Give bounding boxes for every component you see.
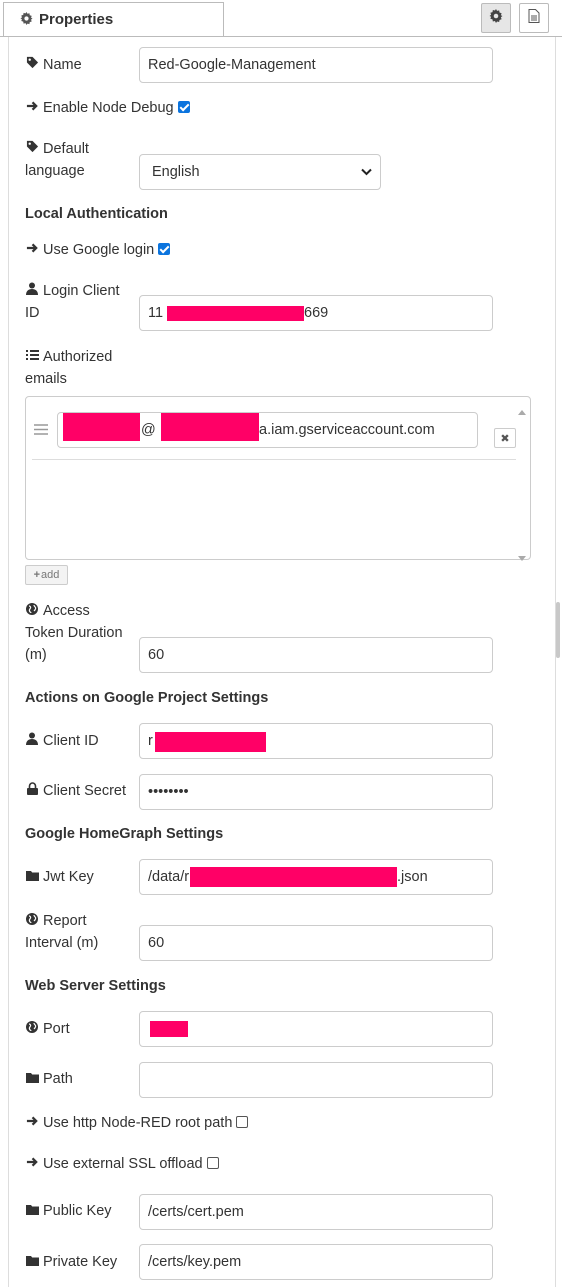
plus-icon: + bbox=[33, 569, 41, 581]
folder-icon bbox=[25, 1251, 39, 1273]
redaction-block bbox=[63, 413, 140, 441]
close-icon: ✖ bbox=[500, 432, 510, 445]
private-key-label: Private Key bbox=[25, 1251, 117, 1273]
list-item: @ a.iam.gserviceaccount.com ✖ bbox=[32, 405, 516, 460]
client-id-label: Client ID bbox=[25, 730, 99, 752]
ssl-offload-checkbox[interactable] bbox=[206, 1157, 219, 1169]
public-key-input[interactable]: /certs/cert.pem bbox=[139, 1194, 493, 1230]
arrow-right-icon bbox=[25, 1112, 39, 1134]
port-label: Port bbox=[25, 1018, 70, 1040]
http-root-checkbox[interactable] bbox=[236, 1116, 249, 1128]
report-interval-label: Report Interval (m) bbox=[25, 910, 98, 954]
language-label: Default language bbox=[25, 138, 89, 182]
client-secret-input[interactable]: •••••••• bbox=[139, 774, 493, 810]
private-key-input[interactable]: /certs/key.pem bbox=[139, 1244, 493, 1280]
email-at: @ bbox=[141, 422, 156, 438]
file-icon bbox=[528, 9, 540, 27]
globe-icon bbox=[25, 600, 39, 622]
ssl-offload-label: Use external SSL offload bbox=[25, 1153, 219, 1175]
arrow-right-icon bbox=[25, 97, 39, 119]
client-secret-label: Client Secret bbox=[25, 780, 126, 802]
add-email-button[interactable]: + add bbox=[25, 565, 68, 585]
token-duration-label: Access Token Duration (m) bbox=[25, 600, 123, 666]
section-web-server: Web Server Settings bbox=[25, 978, 166, 994]
scrollbar-thumb[interactable] bbox=[556, 602, 560, 658]
redaction-block bbox=[190, 867, 397, 887]
redaction-block bbox=[150, 1021, 188, 1037]
scroll-up-icon[interactable] bbox=[518, 403, 526, 419]
port-input[interactable] bbox=[139, 1011, 493, 1047]
tab-properties-label: Properties bbox=[39, 11, 114, 28]
arrow-right-icon bbox=[25, 239, 39, 261]
client-id-input[interactable]: r bbox=[139, 723, 493, 759]
folder-icon bbox=[25, 1068, 39, 1090]
lock-icon bbox=[25, 780, 39, 802]
language-select-value: English bbox=[152, 164, 200, 180]
jwt-key-label: Jwt Key bbox=[25, 866, 94, 888]
name-input[interactable]: Red-Google-Management bbox=[139, 47, 493, 83]
google-login-checkbox[interactable] bbox=[158, 243, 171, 255]
path-label: Path bbox=[25, 1068, 73, 1090]
gear-icon bbox=[489, 9, 503, 27]
chevron-down-icon bbox=[361, 164, 372, 180]
path-input[interactable] bbox=[139, 1062, 493, 1098]
report-interval-input[interactable]: 60 bbox=[139, 925, 493, 961]
jwt-key-input[interactable]: /data/r .json bbox=[139, 859, 493, 895]
redaction-block bbox=[155, 732, 266, 752]
redaction-block bbox=[167, 306, 304, 321]
client-id-prefix: r bbox=[148, 733, 153, 749]
debug-checkbox[interactable] bbox=[177, 101, 190, 113]
remove-email-button[interactable]: ✖ bbox=[494, 428, 516, 448]
section-local-authentication: Local Authentication bbox=[25, 206, 168, 222]
tag-icon bbox=[25, 54, 39, 76]
authorized-email-input[interactable]: @ a.iam.gserviceaccount.com bbox=[57, 412, 478, 448]
tag-icon bbox=[25, 138, 39, 160]
globe-icon bbox=[25, 1018, 39, 1040]
drag-handle-icon[interactable] bbox=[34, 423, 48, 439]
arrow-right-icon bbox=[25, 1153, 39, 1175]
gear-icon bbox=[20, 11, 33, 28]
section-homegraph: Google HomeGraph Settings bbox=[25, 826, 224, 842]
node-settings-button[interactable] bbox=[481, 3, 511, 33]
user-icon bbox=[25, 280, 39, 302]
login-client-id-input[interactable]: 11 669 bbox=[139, 295, 493, 331]
folder-icon bbox=[25, 1200, 39, 1222]
login-client-id-prefix: 11 bbox=[148, 305, 164, 321]
user-icon bbox=[25, 730, 39, 752]
authorized-emails-list: @ a.iam.gserviceaccount.com ✖ bbox=[25, 396, 531, 561]
login-client-id-label: Login Client ID bbox=[25, 280, 120, 324]
debug-label: Enable Node Debug bbox=[25, 97, 190, 119]
name-label: Name bbox=[25, 54, 82, 76]
folder-icon bbox=[25, 866, 39, 888]
redaction-block bbox=[161, 413, 259, 441]
authorized-emails-label: Authorized emails bbox=[25, 346, 112, 390]
jwt-key-suffix: .json bbox=[397, 869, 428, 885]
http-root-label: Use http Node-RED root path bbox=[25, 1112, 249, 1134]
email-domain: a.iam.gserviceaccount.com bbox=[259, 422, 435, 438]
google-login-label: Use Google login bbox=[25, 239, 171, 261]
list-icon bbox=[25, 346, 39, 368]
token-duration-input[interactable]: 60 bbox=[139, 637, 493, 673]
scroll-down-icon[interactable] bbox=[518, 549, 526, 565]
jwt-key-prefix: /data/r bbox=[148, 869, 190, 885]
language-select[interactable]: English bbox=[139, 154, 381, 190]
login-client-id-suffix: 669 bbox=[304, 305, 329, 321]
public-key-label: Public Key bbox=[25, 1200, 112, 1222]
tab-properties[interactable]: Properties bbox=[3, 2, 224, 36]
node-description-button[interactable] bbox=[519, 3, 549, 33]
globe-icon bbox=[25, 910, 39, 932]
section-actions-on-google: Actions on Google Project Settings bbox=[25, 690, 269, 706]
